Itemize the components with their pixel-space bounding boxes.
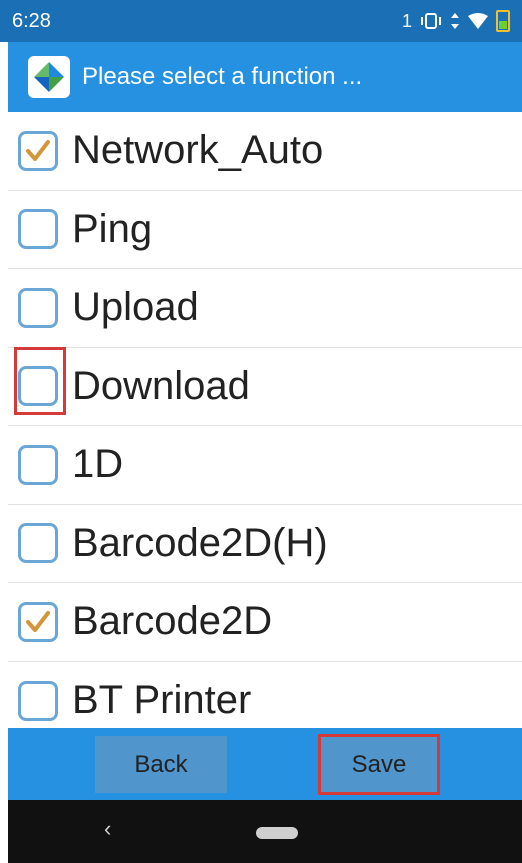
bottom-action-bar: Back Save: [8, 728, 522, 800]
list-item-network-auto[interactable]: Network_Auto: [8, 112, 522, 191]
app-logo-icon: [28, 56, 70, 98]
list-item-label: Barcode2D(H): [72, 520, 328, 565]
function-list: Network_Auto Ping Upload Download 1D Bar…: [0, 112, 522, 740]
checkbox-ping[interactable]: [18, 209, 58, 250]
save-button-highlight: [318, 734, 440, 795]
checkbox-network-auto[interactable]: [18, 130, 58, 171]
list-item-barcode2d[interactable]: Barcode2D: [8, 583, 522, 662]
checkbox-1d[interactable]: [18, 444, 58, 485]
list-item-label: 1D: [72, 442, 124, 487]
checkbox-upload[interactable]: [18, 287, 58, 328]
navigation-bar: ‹: [8, 800, 522, 863]
vibrate-icon: [421, 13, 441, 29]
back-button[interactable]: Back: [95, 736, 227, 793]
list-item-download[interactable]: Download: [8, 348, 522, 426]
list-item-barcode2d-h[interactable]: Barcode2D(H): [8, 505, 522, 583]
list-item-label: Ping: [72, 206, 153, 251]
checkbox-barcode2d[interactable]: [18, 601, 58, 642]
list-item-label: Upload: [72, 285, 199, 330]
nav-back-icon[interactable]: ‹: [104, 816, 111, 842]
list-item-label: Barcode2D: [72, 599, 273, 644]
list-item-1d[interactable]: 1D: [8, 426, 522, 505]
checkbox-bt-printer[interactable]: [18, 680, 58, 721]
wifi-icon: [468, 13, 488, 29]
list-item-upload[interactable]: Upload: [8, 269, 522, 348]
list-item-label: Network_Auto: [72, 128, 324, 173]
list-item-label: Download: [72, 363, 250, 408]
status-icons: 1: [402, 10, 510, 32]
page-title: Please select a function ...: [82, 63, 363, 90]
nav-home-icon[interactable]: [256, 827, 298, 839]
checkmark-icon: [26, 139, 50, 161]
list-item-ping[interactable]: Ping: [8, 191, 522, 269]
title-bar: Please select a function ...: [8, 42, 522, 112]
status-time: 6:28: [12, 9, 51, 32]
data-arrows-icon: [451, 13, 459, 29]
download-checkbox-highlight: [14, 347, 66, 415]
checkmark-icon: [26, 610, 50, 632]
status-bar: 6:28 1: [0, 0, 522, 42]
checkbox-barcode2d-h[interactable]: [18, 523, 58, 564]
notification-count: 1: [401, 10, 412, 31]
battery-icon: [496, 10, 510, 32]
list-item-label: BT Printer: [72, 678, 252, 723]
